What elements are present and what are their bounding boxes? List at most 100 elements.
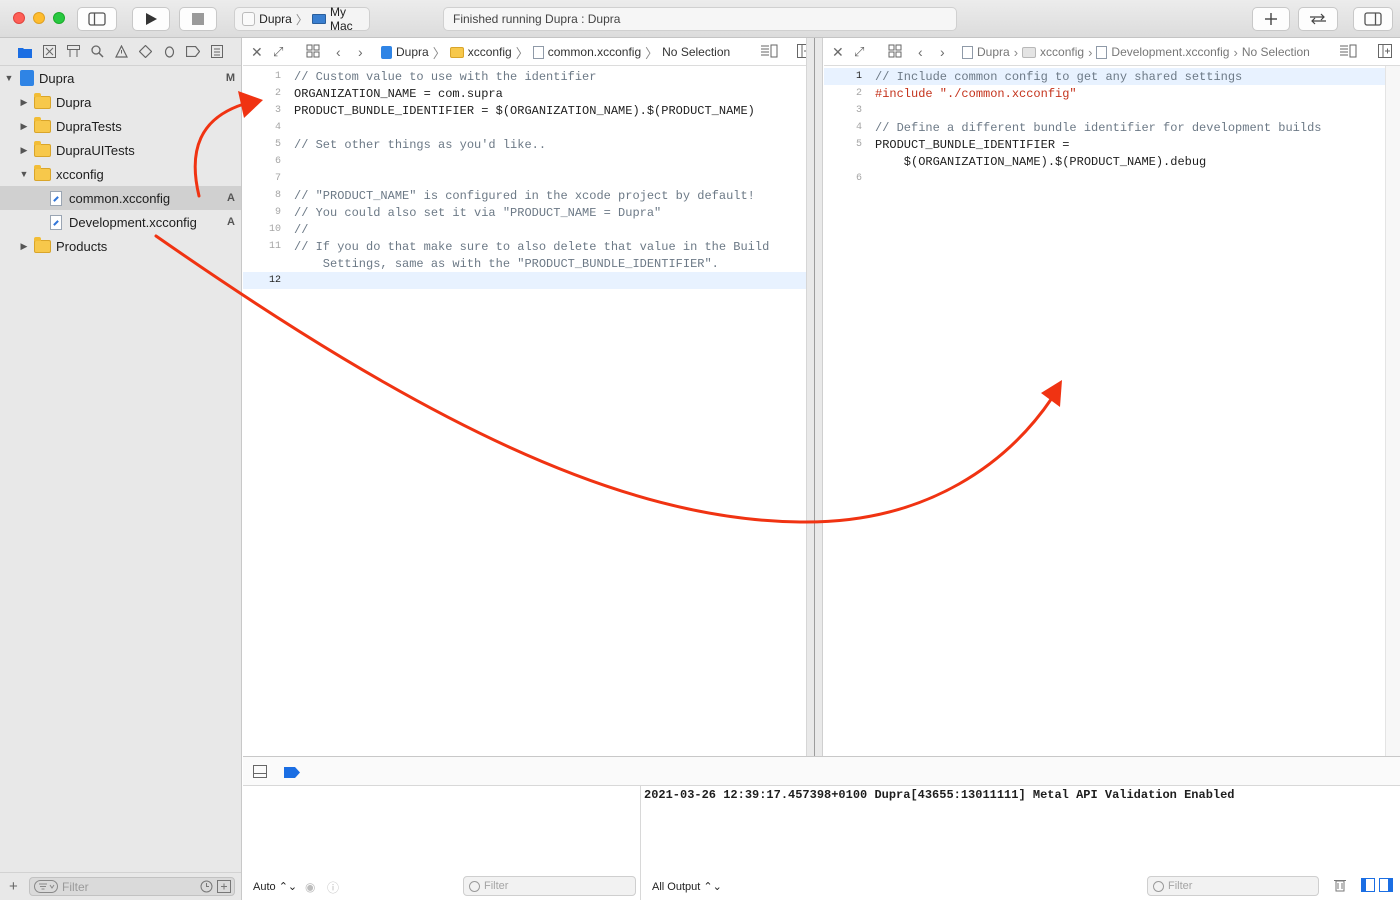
tree-item-folder-dupra[interactable]: ▶ Dupra — [0, 90, 241, 114]
line-number: 6 — [274, 156, 281, 167]
swap-arrows-icon — [1310, 13, 1326, 25]
variables-view-toggle-icon[interactable] — [1361, 878, 1375, 895]
breadcrumb-item[interactable]: Development.xcconfig — [1111, 45, 1229, 59]
related-items-icon[interactable] — [306, 44, 320, 61]
line-number: 1 — [855, 71, 862, 82]
inspector-toggle-button[interactable] — [1353, 7, 1393, 31]
activity-status-text: Finished running Dupra : Dupra — [453, 12, 621, 26]
line-number: 4 — [855, 122, 862, 133]
disclosure-collapsed-icon[interactable]: ▶ — [19, 241, 29, 252]
library-button[interactable] — [1252, 7, 1290, 31]
folder-icon — [34, 236, 51, 253]
breakpoints-toggle-icon[interactable] — [284, 766, 300, 781]
run-button[interactable] — [132, 7, 170, 31]
breakpoint-icon[interactable] — [186, 45, 200, 59]
forward-chevron-icon[interactable]: › — [940, 44, 945, 60]
trash-icon[interactable] — [1334, 878, 1346, 895]
folder-icon[interactable] — [18, 45, 32, 59]
filter-menu-icon[interactable] — [34, 880, 58, 893]
test-diamond-icon[interactable] — [138, 45, 152, 59]
split-editor-icon[interactable] — [1378, 44, 1392, 61]
recent-files-icon[interactable] — [200, 880, 213, 893]
navigator-tab-bar — [0, 38, 241, 66]
folder-icon — [34, 116, 51, 133]
editor-options-icon[interactable] — [1339, 44, 1357, 61]
editor-vertical-scrollbar[interactable] — [1385, 66, 1400, 756]
breadcrumb-item[interactable]: xcconfig — [468, 45, 512, 59]
disclosure-collapsed-icon[interactable]: ▶ — [19, 121, 29, 132]
console-filter-field[interactable]: Filter — [1147, 876, 1319, 896]
close-icon[interactable]: ✕ — [832, 44, 844, 60]
filter-icon — [1153, 881, 1164, 892]
close-icon[interactable]: ✕ — [251, 44, 263, 60]
breadcrumb-item[interactable]: No Selection — [1242, 45, 1310, 59]
code-line: // Custom value to use with the identifi… — [294, 70, 597, 84]
tree-item-label: DupraTests — [56, 118, 122, 134]
jump-bar-primary: ✕ ⤢ ‹ › Dupra 〉 xcconfig 〉 common.xcconf… — [243, 38, 811, 66]
console-view[interactable]: 2021-03-26 12:39:17.457398+0100 Dupra[43… — [642, 786, 1400, 900]
symbol-icon[interactable] — [66, 45, 80, 59]
related-items-icon[interactable] — [888, 44, 902, 61]
breadcrumb-item[interactable]: common.xcconfig — [548, 45, 641, 59]
console-view-toggle-icon[interactable] — [1379, 878, 1393, 895]
scm-status-badge: M — [225, 72, 235, 84]
tree-item-folder-duprotests[interactable]: ▶ DupraTests — [0, 114, 241, 138]
disclosure-expanded-icon[interactable]: ▼ — [4, 73, 14, 83]
warning-icon[interactable] — [114, 45, 128, 59]
code-line: PRODUCT_BUNDLE_IDENTIFIER = $(ORGANIZATI… — [294, 104, 755, 118]
breadcrumb: Dupra 〉 xcconfig 〉 common.xcconfig 〉 No … — [381, 38, 730, 66]
filter-icon — [469, 881, 480, 892]
disclosure-collapsed-icon[interactable]: ▶ — [19, 97, 29, 108]
code-line: // Define a different bundle identifier … — [875, 121, 1322, 135]
breadcrumb-item[interactable]: Dupra — [977, 45, 1010, 59]
back-chevron-icon[interactable]: ‹ — [918, 44, 923, 60]
variables-filter-field[interactable]: Filter — [463, 876, 636, 896]
tree-item-folder-products[interactable]: ▶ Products — [0, 234, 241, 258]
breadcrumb-item[interactable]: No Selection — [662, 45, 730, 59]
breadcrumb-item[interactable]: xcconfig — [1040, 45, 1084, 59]
stop-button[interactable] — [179, 7, 217, 31]
window-close-button[interactable] — [13, 12, 25, 24]
source-control-icon[interactable] — [42, 45, 56, 59]
breadcrumb-item[interactable]: Dupra — [396, 45, 429, 59]
code-review-button[interactable] — [1298, 7, 1338, 31]
back-chevron-icon[interactable]: ‹ — [336, 44, 341, 60]
scheme-device-label: My Mac — [329, 5, 353, 33]
navigator-toggle-button[interactable] — [77, 7, 117, 31]
search-icon[interactable] — [90, 45, 104, 59]
window-minimize-button[interactable] — [33, 12, 45, 24]
tree-item-file-common-xcconfig[interactable]: common.xcconfig A — [0, 186, 241, 210]
disclosure-expanded-icon[interactable]: ▼ — [19, 169, 29, 179]
navigator-filter-field[interactable]: Filter — [29, 877, 235, 896]
line-number: 3 — [855, 105, 862, 116]
tree-item-folder-dupra-uitests[interactable]: ▶ DupraUITests — [0, 138, 241, 162]
tree-item-file-development-xcconfig[interactable]: Development.xcconfig A — [0, 210, 241, 234]
info-icon[interactable]: ⓘ — [327, 879, 339, 896]
chevron-right-icon: › — [1088, 44, 1093, 60]
hide-debug-area-icon[interactable] — [253, 765, 267, 781]
variables-scope-popup[interactable]: Auto ⌃⌄ — [253, 880, 297, 893]
report-icon[interactable] — [210, 45, 224, 59]
add-file-button[interactable]: + — [9, 878, 18, 895]
scheme-selector[interactable]: Dupra 〉 My Mac — [234, 5, 370, 33]
editor-split-divider[interactable] — [806, 38, 823, 756]
tree-item-folder-xcconfig[interactable]: ▼ xcconfig — [0, 162, 241, 186]
code-line: // Include common config to get any shar… — [875, 70, 1243, 84]
disclosure-collapsed-icon[interactable]: ▶ — [19, 145, 29, 156]
eye-icon[interactable]: ◉ — [305, 880, 315, 894]
expand-icon[interactable]: ⤢ — [854, 44, 864, 60]
expand-icon[interactable]: ⤢ — [273, 44, 283, 60]
code-line: // — [294, 223, 309, 237]
scm-filter-icon[interactable] — [217, 880, 231, 893]
project-icon — [962, 45, 973, 59]
tree-item-project-dupra[interactable]: ▼ Dupra M — [0, 66, 241, 90]
window-zoom-button[interactable] — [53, 12, 65, 24]
chevron-right-icon: 〉 — [645, 45, 659, 61]
tree-item-label: Products — [56, 238, 108, 254]
line-number: 5 — [855, 139, 862, 150]
forward-chevron-icon[interactable]: › — [358, 44, 363, 60]
editor-options-icon[interactable] — [760, 44, 778, 61]
debug-icon[interactable] — [162, 45, 176, 59]
editor-primary: ✕ ⤢ ‹ › Dupra 〉 xcconfig 〉 common.xcconf… — [243, 38, 811, 756]
console-output-popup[interactable]: All Output ⌃⌄ — [652, 880, 722, 893]
